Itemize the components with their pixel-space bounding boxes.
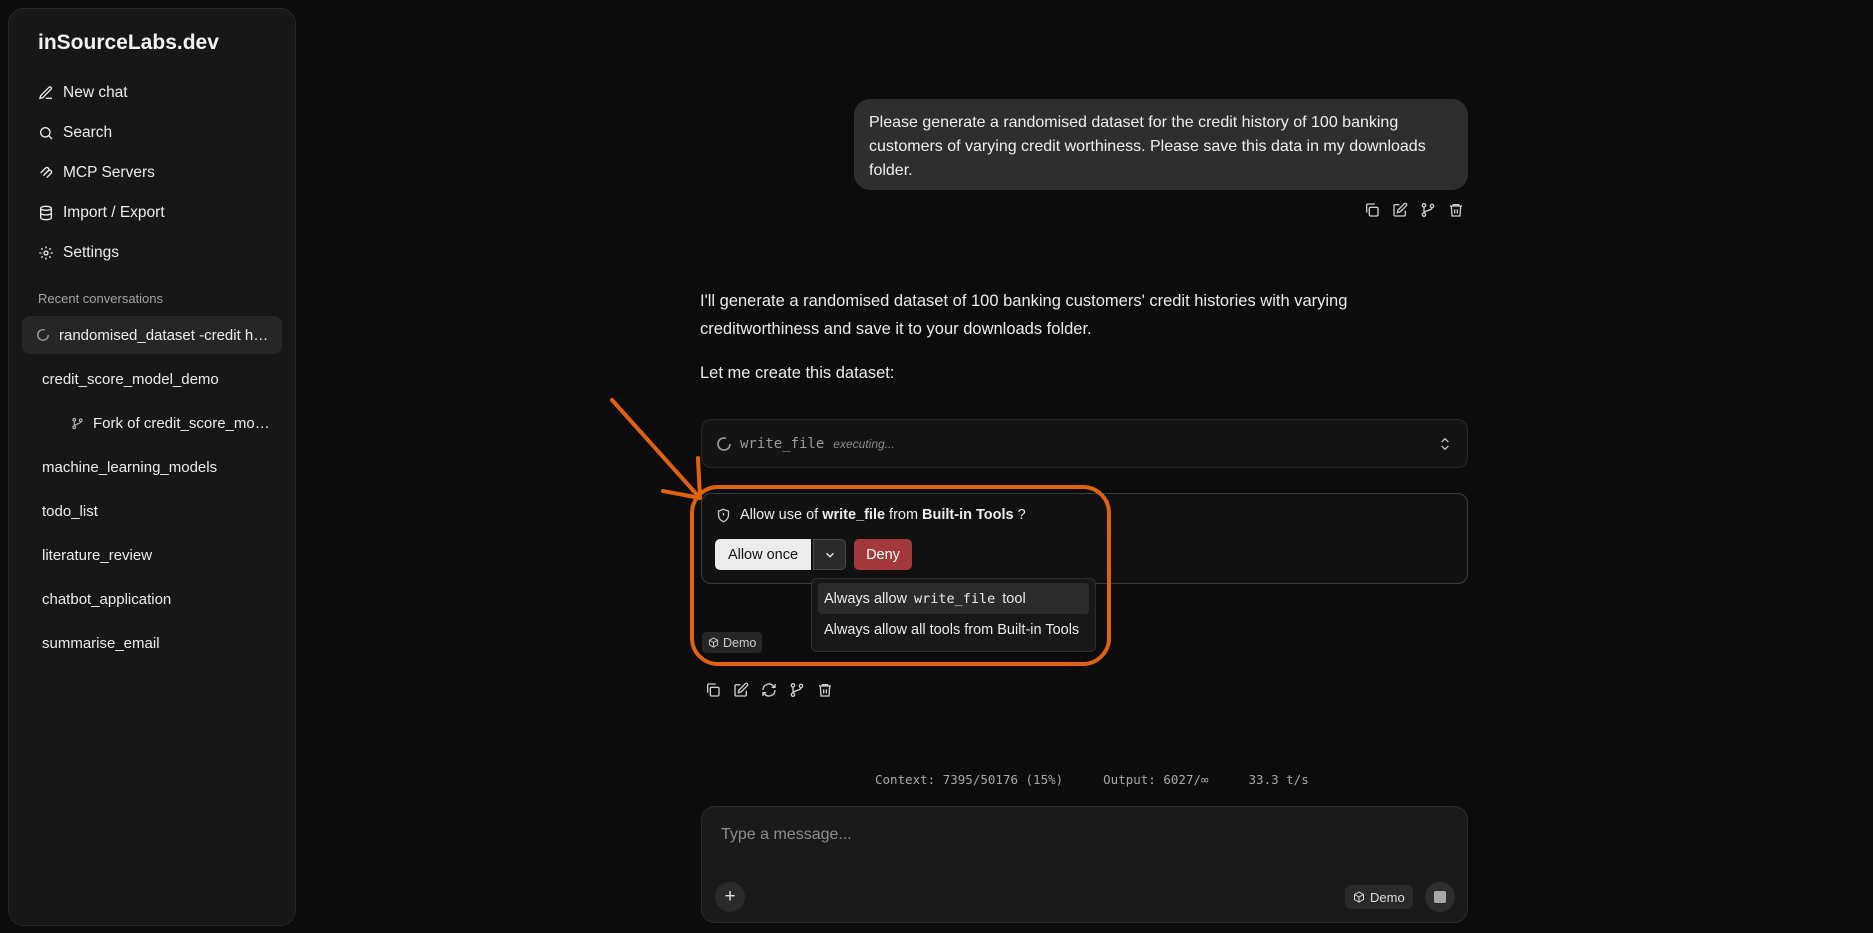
always-allow-tool-option[interactable]: Always allow write_file tool (818, 583, 1089, 614)
conversation-label: randomised_dataset -credit history (59, 326, 271, 344)
permission-source: Built-in Tools (922, 507, 1014, 523)
conversation-label: machine_learning_models (42, 458, 218, 476)
conversation-label: literature_review (42, 546, 153, 564)
model-badge-label: Demo (723, 635, 757, 650)
plus-icon: + (724, 886, 736, 907)
assistant-intro-text: I'll generate a randomised dataset of 10… (700, 292, 1348, 338)
conversation-item[interactable]: randomised_dataset -credit history (22, 316, 282, 354)
git-branch-icon[interactable] (1420, 202, 1436, 218)
new-chat-button[interactable]: New chat (22, 73, 282, 113)
chevrons-up-down-icon[interactable] (1437, 436, 1453, 452)
mcp-icon (40, 166, 53, 179)
conversation-item-fork[interactable]: Fork of credit_score_model_demo (22, 404, 282, 442)
allow-once-button[interactable]: Allow once (715, 539, 811, 570)
refresh-icon[interactable] (761, 682, 777, 698)
stop-generation-button[interactable] (1425, 882, 1455, 912)
user-message: Please generate a randomised dataset for… (854, 99, 1468, 190)
tool-call-panel[interactable]: write_file executing... (701, 419, 1468, 468)
copy-icon[interactable] (1364, 202, 1380, 218)
mcp-servers-button[interactable]: MCP Servers (22, 153, 282, 193)
sidebar-nav: New chat Search MCP Servers Import / Exp… (22, 73, 282, 273)
conversation-item[interactable]: chatbot_application (22, 580, 282, 618)
gear-icon (39, 246, 53, 260)
tool-permission-prompt: Allow use of write_file from Built-in To… (701, 493, 1468, 584)
output-stat: Output: 6027/∞ (1103, 772, 1209, 787)
generation-stats: Context: 7395/50176 (15%) Output: 6027/∞… (875, 772, 1309, 787)
import-export-label: Import / Export (63, 204, 165, 221)
speed-stat: 33.3 t/s (1248, 772, 1309, 787)
always-allow-all-option[interactable]: Always allow all tools from Built-in Too… (818, 614, 1089, 645)
message-composer: + Demo (701, 806, 1468, 923)
conversation-item[interactable]: todo_list (22, 492, 282, 530)
stop-icon (1434, 891, 1446, 903)
trash-icon[interactable] (817, 682, 833, 698)
chevron-down-icon (825, 552, 834, 558)
conversation-label: credit_score_model_demo (42, 370, 219, 388)
assistant-followup-text: Let me create this dataset: (700, 364, 895, 382)
conversation-item[interactable]: summarise_email (22, 624, 282, 662)
permission-suffix: ? (1017, 507, 1026, 523)
brand-title: inSourceLabs.dev (38, 31, 219, 54)
permission-prefix: Allow use of (740, 507, 819, 523)
deny-button[interactable]: Deny (854, 539, 912, 570)
cube-icon (1354, 891, 1364, 903)
model-badge: Demo (702, 632, 763, 653)
conversation-label: summarise_email (42, 634, 160, 652)
copy-icon[interactable] (705, 682, 721, 698)
conversation-label: Fork of credit_score_model_demo (93, 414, 275, 432)
edit-icon[interactable] (733, 682, 749, 698)
option-suffix: tool (1002, 590, 1026, 607)
edit-icon[interactable] (1392, 202, 1408, 218)
edit-icon (39, 86, 53, 100)
option-prefix: Always allow (824, 590, 907, 607)
add-attachment-button[interactable]: + (715, 882, 745, 912)
settings-label: Settings (63, 244, 120, 261)
trash-icon[interactable] (1448, 202, 1464, 218)
user-message-actions (1364, 202, 1464, 218)
settings-button[interactable]: Settings (22, 233, 282, 273)
conversation-item[interactable]: machine_learning_models (22, 448, 282, 486)
context-stat: Context: 7395/50176 (15%) (875, 772, 1064, 787)
conversation-label: todo_list (42, 502, 98, 520)
git-branch-icon (72, 417, 83, 429)
search-button[interactable]: Search (22, 113, 282, 153)
model-selector-button[interactable]: Demo (1345, 885, 1413, 909)
search-label: Search (63, 124, 113, 141)
tool-status: executing... (833, 436, 895, 451)
sidebar: inSourceLabs.dev New chat Search MCP Ser… (8, 8, 296, 926)
cube-icon (708, 637, 719, 648)
assistant-message-actions (705, 682, 833, 698)
git-branch-icon[interactable] (789, 682, 805, 698)
option-tool-name: write_file (914, 590, 996, 607)
mcp-servers-label: MCP Servers (63, 164, 155, 181)
tool-name: write_file (740, 435, 825, 452)
message-input[interactable] (721, 821, 1441, 849)
permission-middle: from (889, 507, 919, 523)
permission-tool-name: write_file (822, 507, 886, 523)
database-icon (40, 205, 52, 221)
allow-options-menu: Always allow write_file tool Always allo… (811, 578, 1096, 652)
loading-spinner-icon (717, 436, 731, 451)
search-icon (40, 127, 53, 140)
new-chat-label: New chat (63, 84, 128, 101)
conversation-item[interactable]: literature_review (22, 536, 282, 574)
allow-options-dropdown-button[interactable] (813, 539, 846, 570)
shield-icon (717, 508, 730, 522)
loading-spinner-icon (37, 329, 49, 341)
import-export-button[interactable]: Import / Export (22, 193, 282, 233)
conversation-label: chatbot_application (42, 590, 172, 608)
permission-question: Allow use of write_file from Built-in To… (716, 507, 1026, 523)
recent-conversations-heading: Recent conversations (38, 291, 164, 306)
model-selector-label: Demo (1370, 889, 1405, 905)
conversation-item[interactable]: credit_score_model_demo (22, 360, 282, 398)
